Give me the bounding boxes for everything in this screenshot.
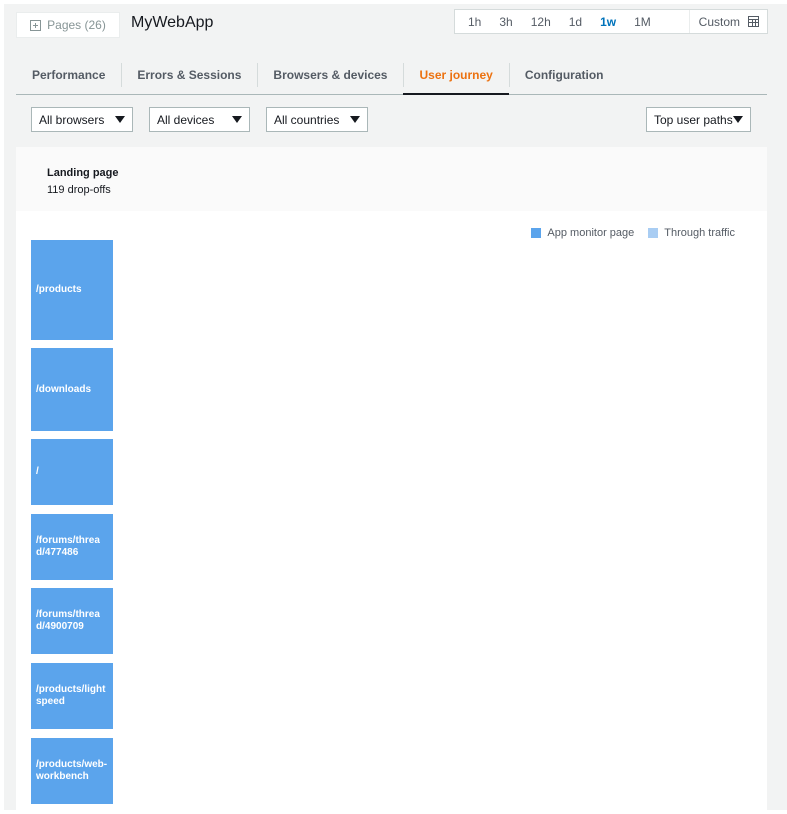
legend-label: Through traffic (664, 227, 735, 239)
legend-swatch (648, 228, 659, 238)
page: Pages (26) MyWebApp 1h 3h 12h 1d 1w 1M C… (4, 4, 787, 810)
pages-button-label: Pages (26) (47, 18, 106, 32)
node-label: / (36, 466, 39, 477)
journey-node-products-lightspeed[interactable]: /products/lightspeed (31, 663, 113, 729)
journey-node-forums-thread-4900709[interactable]: /forums/thread/4900709 (31, 588, 113, 654)
journey-node-root[interactable]: / (31, 439, 113, 505)
time-option-custom[interactable]: Custom (688, 10, 767, 33)
legend-swatch (531, 228, 542, 238)
landing-page-title: Landing page (47, 167, 119, 179)
devices-select[interactable]: All devices (149, 107, 250, 132)
view-select[interactable]: Top user paths (646, 107, 751, 132)
tab-performance[interactable]: Performance (16, 61, 121, 89)
journey-node-products[interactable]: /products (31, 240, 113, 340)
journey-node-downloads[interactable]: /downloads (31, 348, 113, 431)
landing-page-dropoffs: 119 drop-offs (47, 184, 111, 196)
time-option-12h[interactable]: 12h (522, 15, 560, 29)
legend-label: App monitor page (547, 227, 635, 239)
countries-select-value: All countries (274, 112, 340, 127)
calendar-icon (748, 16, 759, 27)
time-option-1M[interactable]: 1M (625, 15, 660, 29)
tab-user-journey[interactable]: User journey (403, 61, 510, 95)
landing-page-panel: Landing page 119 drop-offs (16, 147, 767, 211)
browsers-select-value: All browsers (39, 112, 105, 127)
tab-errors-sessions[interactable]: Errors & Sessions (121, 61, 257, 89)
legend-item-app-monitor-page: App monitor page (531, 227, 634, 239)
countries-select[interactable]: All countries (266, 107, 368, 132)
time-range-selector: 1h 3h 12h 1d 1w 1M Custom (454, 9, 768, 34)
time-option-1h[interactable]: 1h (459, 15, 490, 29)
user-journey-chart: App monitor page Through traffic /produc… (16, 211, 767, 810)
time-option-1w[interactable]: 1w (591, 15, 625, 29)
browsers-select[interactable]: All browsers (31, 107, 133, 132)
node-label: /downloads (36, 383, 91, 395)
caret-down-icon (232, 116, 242, 123)
tab-bar: Performance Errors & Sessions Browsers &… (16, 56, 767, 95)
legend-item-through-traffic: Through traffic (648, 227, 735, 239)
plus-box-icon (30, 19, 42, 31)
journey-node-products-web-workbench[interactable]: /products/web-workbench (31, 738, 113, 804)
chart-legend: App monitor page Through traffic (531, 227, 735, 239)
view-select-value: Top user paths (654, 112, 733, 127)
node-label: /forums/thread/477486 (36, 535, 100, 558)
devices-select-value: All devices (157, 112, 215, 127)
caret-down-icon (733, 116, 743, 123)
time-option-1d[interactable]: 1d (560, 15, 591, 29)
app-title: MyWebApp (131, 14, 214, 31)
journey-node-forums-thread-477486[interactable]: /forums/thread/477486 (31, 514, 113, 580)
filter-bar: All browsers All devices All countries T… (16, 94, 767, 147)
pages-button[interactable]: Pages (26) (16, 12, 120, 38)
caret-down-icon (115, 116, 125, 123)
time-option-3h[interactable]: 3h (490, 15, 521, 29)
tab-browsers-devices[interactable]: Browsers & devices (257, 61, 403, 89)
node-label: /forums/thread/4900709 (36, 609, 100, 632)
tab-configuration[interactable]: Configuration (508, 61, 620, 89)
caret-down-icon (350, 116, 360, 123)
node-label: /products/lightspeed (36, 684, 106, 707)
node-label: /products/web-workbench (36, 759, 108, 782)
node-label: /products (36, 284, 82, 295)
custom-label: Custom (698, 14, 740, 29)
